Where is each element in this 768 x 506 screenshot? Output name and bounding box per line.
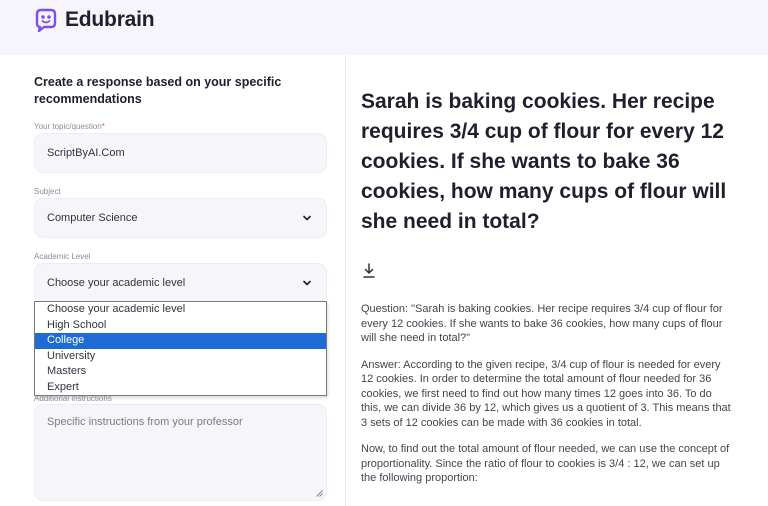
chevron-down-icon <box>303 280 311 286</box>
dropdown-option[interactable]: Choose your academic level <box>35 302 326 318</box>
result-panel: Sarah is baking cookies. Her recipe requ… <box>346 55 768 506</box>
top-bar: Edubrain <box>0 0 768 55</box>
question-title: Sarah is baking cookies. Her recipe requ… <box>361 90 727 233</box>
subject-label: Subject <box>34 187 61 196</box>
dropdown-option[interactable]: Expert <box>35 380 326 396</box>
subject-select-value: Computer Science <box>47 212 138 224</box>
subject-select[interactable]: Computer Science <box>34 198 327 238</box>
academic-level-select[interactable]: Choose your academic level <box>34 263 327 303</box>
required-mark: * <box>101 122 105 131</box>
answer-paragraph: Question: "Sarah is baking cookies. Her … <box>361 303 723 344</box>
robot-logo-icon <box>35 8 57 32</box>
additional-placeholder: Specific instructions from your professo… <box>47 416 243 428</box>
brand-name: Edubrain <box>65 8 155 31</box>
brand-logo[interactable]: Edubrain <box>33 8 155 32</box>
dropdown-option[interactable]: University <box>35 349 326 365</box>
dropdown-option[interactable]: High School <box>35 318 326 334</box>
resize-handle-icon[interactable] <box>316 490 323 497</box>
chevron-down-icon <box>303 215 311 221</box>
form-panel: Create a response based on your specific… <box>0 55 345 506</box>
download-icon[interactable] <box>362 263 376 279</box>
answer-body: Question: "Sarah is baking cookies. Her … <box>361 302 731 498</box>
additional-instructions-textarea[interactable]: Specific instructions from your professo… <box>34 404 327 501</box>
answer-paragraph: Answer: According to the given recipe, 3… <box>361 358 731 429</box>
academic-level-dropdown: Choose your academic level High School C… <box>34 301 327 396</box>
answer-paragraph: Now, to find out the total amount of flo… <box>361 443 730 484</box>
topic-input[interactable]: ScriptByAI.Com <box>34 133 327 173</box>
topic-input-value: ScriptByAI.Com <box>47 147 125 159</box>
topic-label: Your topic/question* <box>34 122 105 131</box>
topic-label-text: Your topic/question <box>34 122 102 131</box>
dropdown-option[interactable]: Masters <box>35 364 326 380</box>
form-heading: Create a response based on your specific… <box>34 75 282 106</box>
dropdown-option-selected[interactable]: College <box>35 333 326 349</box>
academic-level-label: Academic Level <box>34 252 91 261</box>
academic-level-value: Choose your academic level <box>47 277 186 289</box>
